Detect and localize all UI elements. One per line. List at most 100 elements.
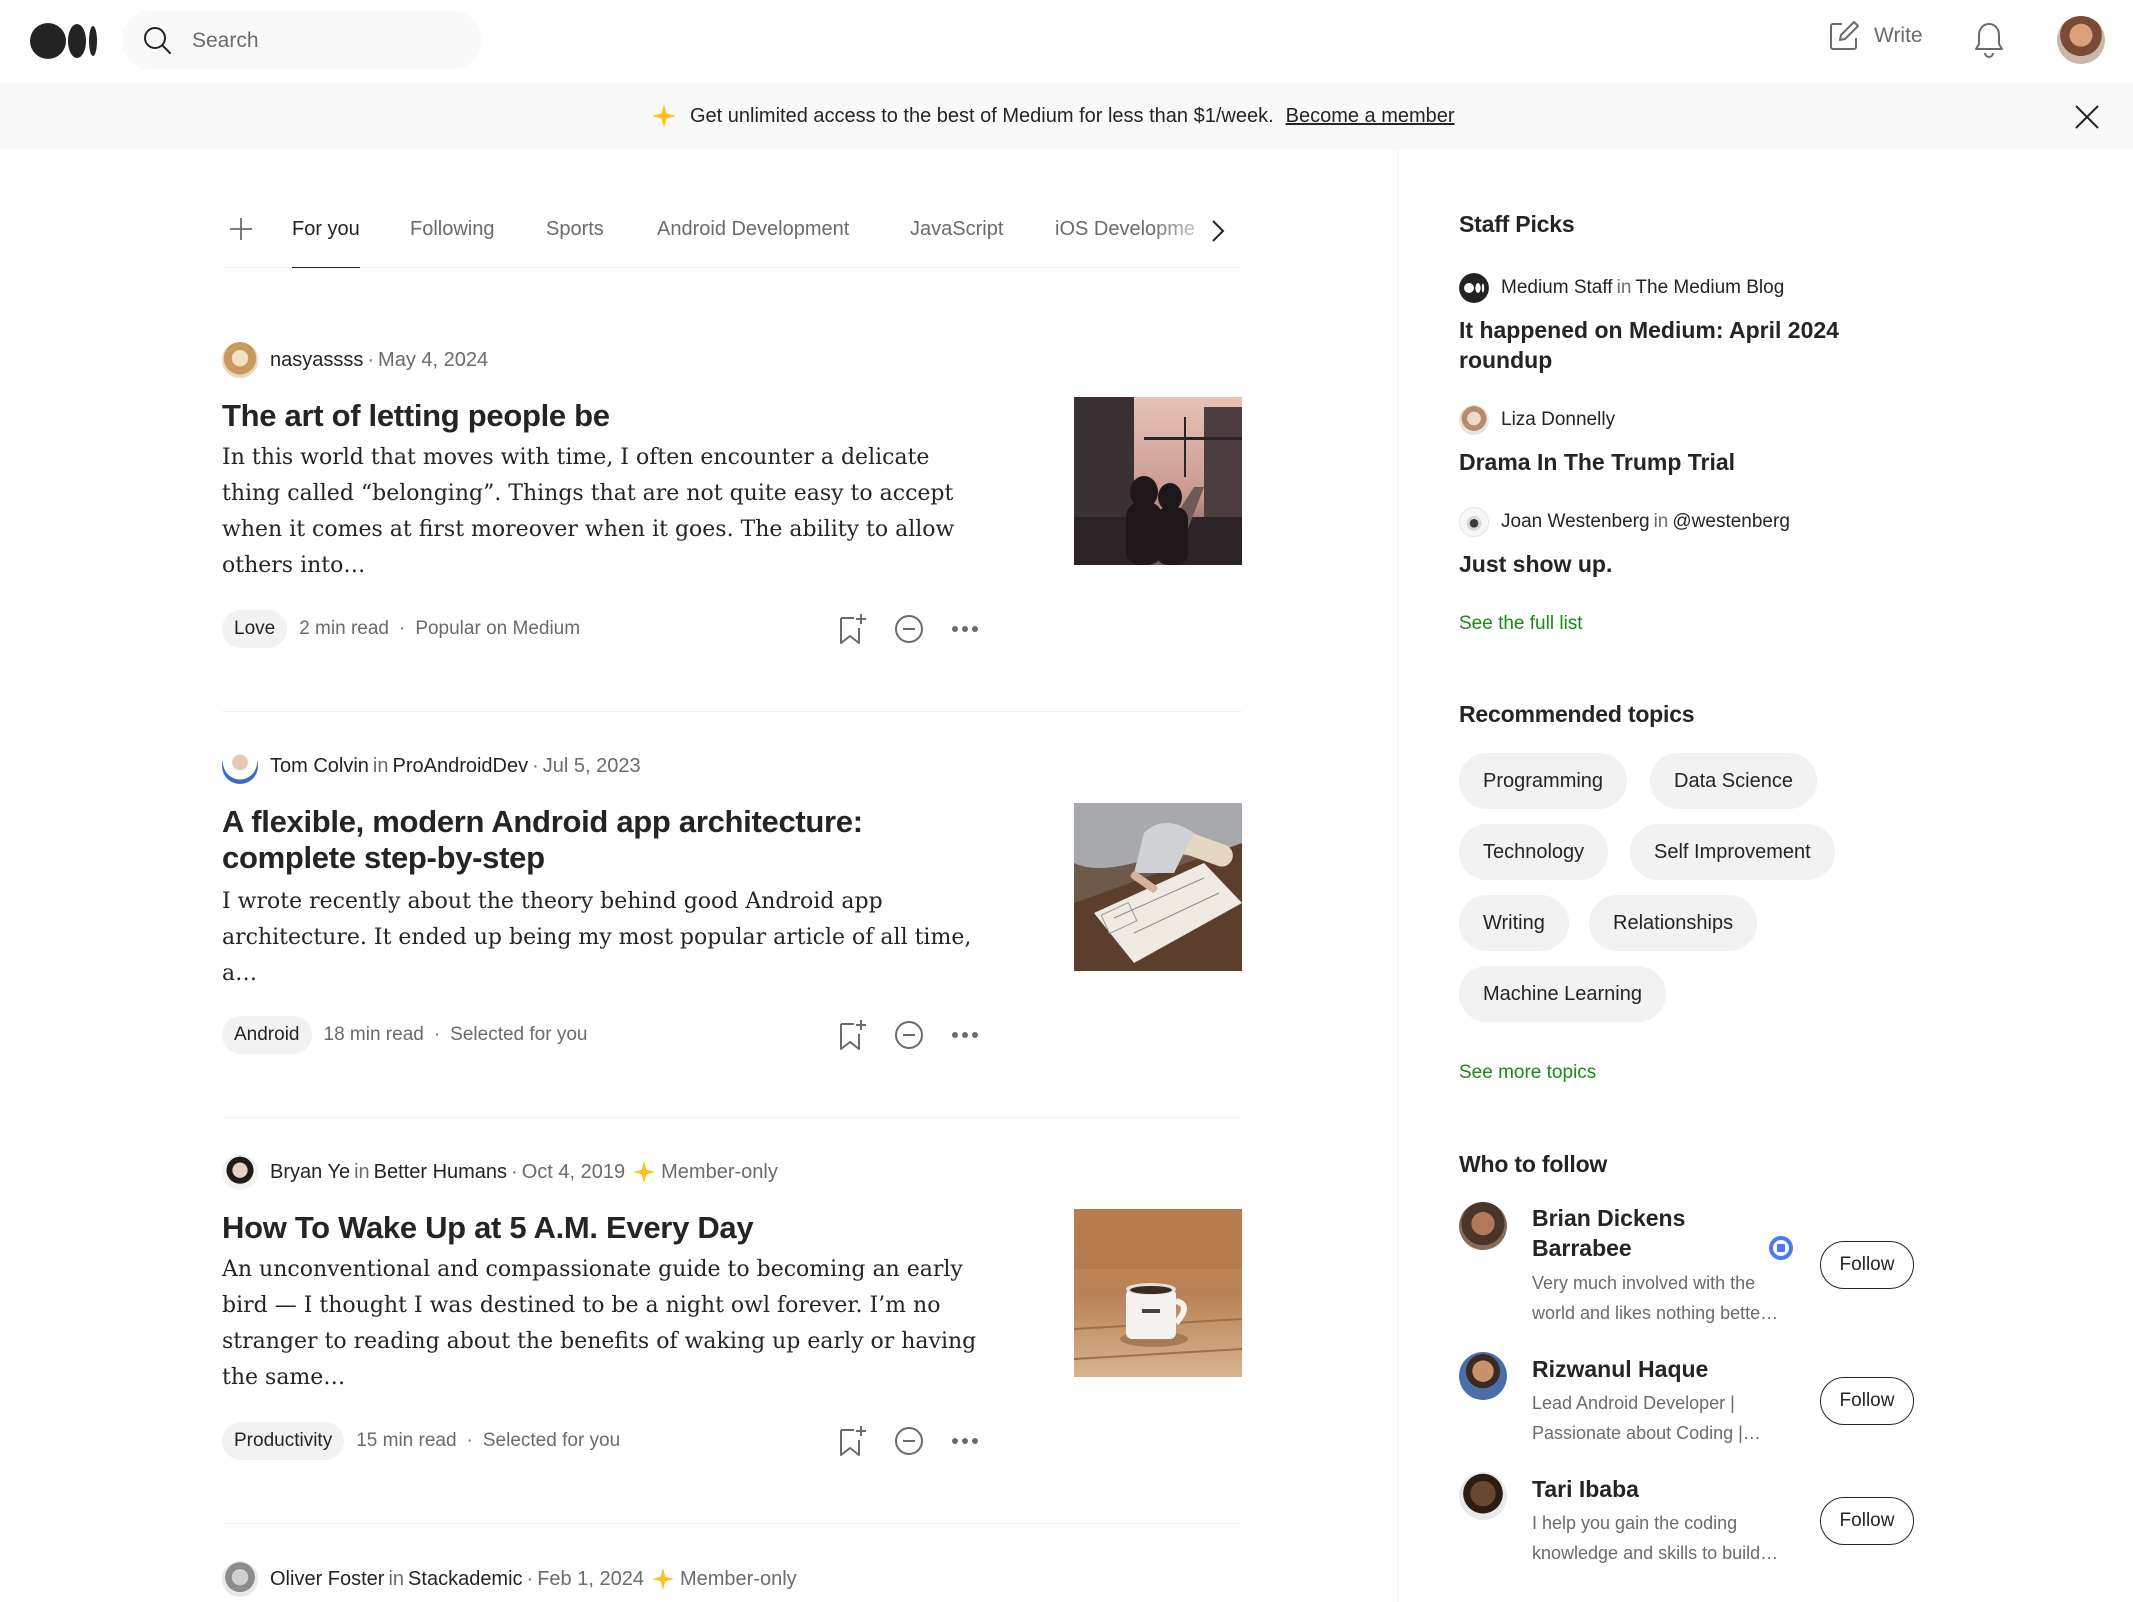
article-thumbnail[interactable] [1073,1209,1243,1377]
pick-publication[interactable]: The Medium Blog [1635,277,1784,299]
verified-badge-icon [1769,1236,1793,1260]
who-to-follow-heading: Who to follow [1459,1151,1608,1177]
follow-name[interactable]: Rizwanul Haque [1532,1354,1772,1384]
medium-logo-icon[interactable] [30,20,98,62]
topic-programming[interactable]: Programming [1459,753,1628,809]
tab-for-you[interactable]: For you [292,218,360,268]
tab-following[interactable]: Following [410,218,494,241]
article-tag[interactable]: Productivity [222,1422,345,1460]
pick-author-name[interactable]: Liza Donnelly [1501,409,1615,431]
pick-author-name[interactable]: Joan Westenberg [1501,511,1650,533]
article-date: Jul 5, 2023 [542,754,641,777]
article-date: May 4, 2024 [378,348,489,371]
follow-avatar[interactable] [1459,1352,1507,1400]
follow-button[interactable]: Follow [1820,1497,1914,1545]
sparkle-icon [633,1161,656,1183]
article-date: Oct 4, 2019 [521,1160,626,1183]
member-only-label: Member-only [661,1160,778,1183]
write-label: Write [1874,24,1923,47]
follow-name[interactable]: Tari Ibaba [1532,1474,1772,1504]
publication-name[interactable]: ProAndroidDev [393,755,529,778]
feed-tabs: For you Following Sports Android Develop… [222,210,1242,268]
pick-publication[interactable]: @westenberg [1672,511,1790,533]
article-thumbnail[interactable] [1074,803,1242,971]
bell-icon[interactable] [1972,20,2006,60]
author-name[interactable]: Tom Colvin [270,755,369,778]
read-time: 15 min read [356,1430,457,1451]
plus-icon[interactable] [228,216,254,242]
chevron-right-icon[interactable] [1210,218,1226,244]
article-title[interactable]: The art of letting people be [222,398,1002,434]
search-input[interactable]: Search [122,10,482,70]
feed-reason: Popular on Medium [415,618,581,639]
article-actions [837,1424,1005,1458]
pick-title[interactable]: Drama In The Trump Trial [1459,447,1879,477]
follow-button[interactable]: Follow [1820,1377,1914,1425]
topic-data-science[interactable]: Data Science [1650,753,1817,809]
article-footer: Productivity 15 min read · Selected for … [222,1422,620,1460]
article-title[interactable]: How To Wake Up at 5 A.M. Every Day [222,1210,1002,1246]
follow-button[interactable]: Follow [1820,1241,1914,1289]
follow-name[interactable]: Brian Dickens Barrabee [1532,1203,1772,1263]
topic-machine-learning[interactable]: Machine Learning [1459,966,1666,1022]
see-full-list-link[interactable]: See the full list [1459,613,1583,635]
author-avatar[interactable] [222,748,258,784]
sparkle-icon [652,104,676,128]
user-avatar[interactable] [2057,16,2105,64]
author-avatar[interactable] [222,1154,258,1190]
banner-text: Get unlimited access to the best of Medi… [690,104,1274,127]
author-name[interactable]: nasyassss [270,349,363,372]
pick-byline: Medium Staff in The Medium Blog [1459,273,1784,303]
topic-self-improvement[interactable]: Self Improvement [1630,824,1835,880]
membership-banner: Get unlimited access to the best of Medi… [0,82,2133,150]
article-separator [222,1117,1242,1118]
bookmark-add-icon[interactable] [837,1018,867,1052]
write-button[interactable]: Write [1828,20,1923,52]
article-thumbnail[interactable] [1074,397,1242,565]
article-tag[interactable]: Android [222,1016,312,1054]
article-subtitle[interactable]: In this world that moves with time, I of… [222,440,982,584]
show-less-icon[interactable] [893,613,925,645]
tab-android-development[interactable]: Android Development [657,218,849,241]
more-icon[interactable] [951,1436,979,1446]
author-name[interactable]: Oliver Foster [270,1568,384,1591]
more-icon[interactable] [951,1030,979,1040]
publication-name[interactable]: Better Humans [374,1161,507,1184]
see-more-topics-link[interactable]: See more topics [1459,1062,1596,1084]
article-subtitle[interactable]: I wrote recently about the theory behind… [222,884,982,992]
article-date: Feb 1, 2024 [537,1567,644,1590]
pick-title[interactable]: Just show up. [1459,549,1879,579]
article-byline: Tom Colvin in ProAndroidDev · Jul 5, 202… [222,748,641,784]
follow-avatar[interactable] [1459,1472,1507,1520]
tab-sports[interactable]: Sports [546,218,604,241]
pick-author-name[interactable]: Medium Staff [1501,277,1613,299]
article-separator [222,711,1242,712]
topic-writing[interactable]: Writing [1459,895,1569,951]
pick-title[interactable]: It happened on Medium: April 2024 roundu… [1459,315,1879,375]
author-name[interactable]: Bryan Ye [270,1161,350,1184]
topic-relationships[interactable]: Relationships [1589,895,1758,951]
publication-name[interactable]: Stackademic [408,1568,523,1591]
show-less-icon[interactable] [893,1425,925,1457]
pick-author-avatar[interactable] [1459,405,1489,435]
write-icon [1830,21,1859,50]
pick-byline: Liza Donnelly [1459,405,1615,435]
bookmark-add-icon[interactable] [837,1424,867,1458]
article-tag[interactable]: Love [222,610,288,648]
tab-javascript[interactable]: JavaScript [910,218,1003,241]
top-header: Search Write [0,0,2133,82]
more-icon[interactable] [951,624,979,634]
topic-technology[interactable]: Technology [1459,824,1609,880]
author-avatar[interactable] [222,342,258,378]
become-member-link[interactable]: Become a member [1286,105,1455,128]
medium-logo-icon[interactable] [1459,273,1489,303]
article-subtitle[interactable]: An unconventional and compassionate guid… [222,1252,982,1396]
close-icon[interactable] [2074,104,2100,130]
follow-avatar[interactable] [1459,1202,1507,1250]
show-less-icon[interactable] [893,1019,925,1051]
pick-author-avatar[interactable] [1459,507,1489,537]
author-avatar[interactable] [222,1561,258,1597]
bookmark-add-icon[interactable] [837,612,867,646]
column-divider [1397,150,1398,1602]
article-title[interactable]: A flexible, modern Android app architect… [222,804,1002,876]
